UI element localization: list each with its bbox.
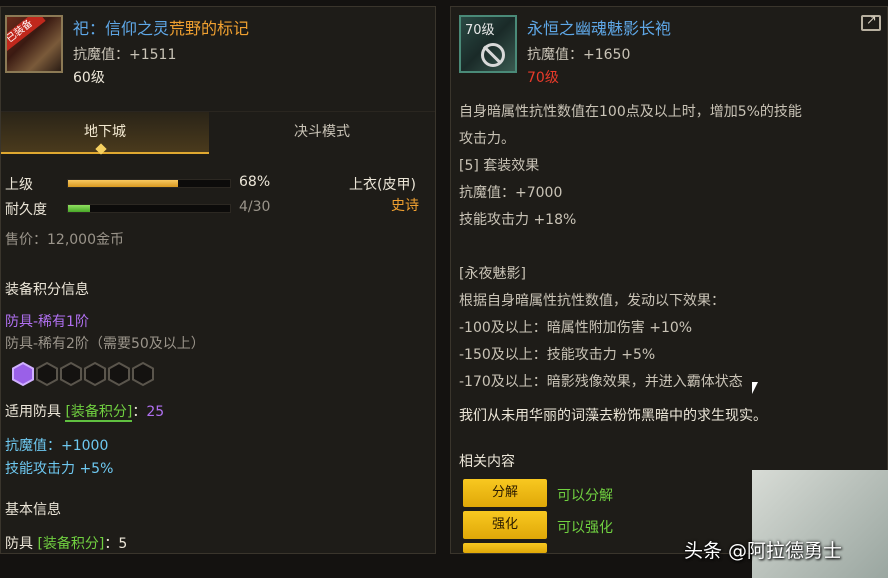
durability-label: 耐久度 <box>5 202 47 218</box>
upgrade-label: 上级 <box>5 177 33 193</box>
applicable-armor-score: 适用防具 [装备积分]：25 <box>5 401 165 422</box>
compare-item-title: 永恒之幽魂魅影长袍 <box>527 19 672 38</box>
item-level: 60级 <box>73 70 105 86</box>
desc-line: -170及以上：暗影残像效果，并进入霸体状态 <box>459 374 743 390</box>
flavor-text: 我们从未用华丽的词藻去粉饰黑暗中的求生现实。 <box>459 408 767 424</box>
desc-line: 技能攻击力 +18% <box>459 212 577 228</box>
bonus-skill-attack: 技能攻击力 +5% <box>5 461 114 477</box>
compare-magic-resist: 抗魔值：+1650 <box>527 47 631 63</box>
enhance-button[interactable]: 强化 <box>463 511 547 539</box>
basic-value: 5 <box>118 536 128 552</box>
durability-bar-fill <box>68 205 90 212</box>
desc-line: -150及以上：技能攻击力 +5% <box>459 347 656 363</box>
item-tooltip-equipped: 已装备 祀：信仰之灵荒野的标记 抗魔值：+1511 60级 地下城 决斗模式 上… <box>0 6 436 554</box>
score-section-title: 装备积分信息 <box>5 282 89 298</box>
basic-prefix: 防具 <box>5 536 33 552</box>
slot-type: 上衣(皮甲) <box>349 177 416 193</box>
unusable-icon <box>481 43 505 67</box>
basic-armor-score: 防具 [装备积分]：5 <box>5 533 127 553</box>
basic-bracket: [装备积分] <box>37 536 105 552</box>
desc-line: 抗魔值：+7000 <box>459 185 563 201</box>
tab-dungeon-label: 地下城 <box>84 124 126 140</box>
applicable-value: 25 <box>146 404 165 420</box>
applicable-colon: ： <box>132 404 147 420</box>
item-title-name: 荒野的标记 <box>169 19 250 38</box>
desc-line: -100及以上：暗属性附加伤害 +10% <box>459 320 693 336</box>
upgrade-bar-fill <box>68 180 179 187</box>
share-icon[interactable] <box>861 13 881 31</box>
tab-dungeon[interactable]: 地下城 <box>1 112 209 155</box>
item-title-prefix: 祀：信仰之灵 <box>73 19 170 38</box>
compare-item-level: 70级 <box>527 70 559 86</box>
desc-line: [永夜魅影] <box>459 266 526 282</box>
item-title: 祀：信仰之灵荒野的标记 <box>73 15 249 39</box>
rarity-label: 史诗 <box>391 198 419 214</box>
basic-colon: ： <box>104 536 119 552</box>
desc-line: 攻击力。 <box>459 131 515 147</box>
desc-line: [5] 套装效果 <box>459 158 540 174</box>
applicable-bracket: [装备积分] <box>65 404 133 422</box>
mode-tabs: 地下城 决斗模式 <box>1 111 435 155</box>
upgrade-percent: 68% <box>239 174 271 190</box>
hex-slot-empty <box>60 361 82 387</box>
sell-price: 售价：12,000金币 <box>5 232 124 248</box>
bonus-magic-resist: 抗魔值：+1000 <box>5 438 109 454</box>
disassemble-button[interactable]: 分解 <box>463 479 547 507</box>
hex-slot-empty <box>36 361 58 387</box>
applicable-prefix: 适用防具 <box>5 404 61 420</box>
equipped-badge: 已装备 <box>7 17 46 55</box>
magic-resist-stat: 抗魔值：+1511 <box>73 47 177 63</box>
basic-info-title: 基本信息 <box>5 502 61 518</box>
active-tab-indicator <box>95 143 107 155</box>
armor-tier-current: 防具-稀有1阶 <box>5 314 89 330</box>
related-title: 相关内容 <box>459 454 515 470</box>
compare-icon-level: 70级 <box>465 23 495 38</box>
enhance-note: 可以强化 <box>557 520 613 536</box>
equipped-item-icon[interactable]: 已装备 <box>5 15 63 73</box>
disassemble-note: 可以分解 <box>557 488 613 504</box>
hex-slot-empty <box>108 361 130 387</box>
durability-bar <box>67 204 231 213</box>
hex-slot-empty <box>84 361 106 387</box>
partial-action-button[interactable] <box>463 543 547 553</box>
tab-pvp[interactable]: 决斗模式 <box>209 112 435 152</box>
desc-line: 根据自身暗属性抗性数值，发动以下效果： <box>459 293 725 309</box>
watermark-text: 头条 @阿拉德勇士 <box>684 540 843 562</box>
hex-slot-active <box>12 361 34 387</box>
mouse-cursor-icon <box>752 382 758 394</box>
upgrade-bar <box>67 179 231 188</box>
compare-item-icon[interactable]: 70级 <box>459 15 517 73</box>
durability-value: 4/30 <box>239 199 271 215</box>
hex-slot-empty <box>132 361 154 387</box>
armor-tier-next: 防具-稀有2阶（需要50及以上） <box>5 336 205 352</box>
desc-line: 自身暗属性抗性数值在100点及以上时，增加5%的技能 <box>459 104 802 120</box>
